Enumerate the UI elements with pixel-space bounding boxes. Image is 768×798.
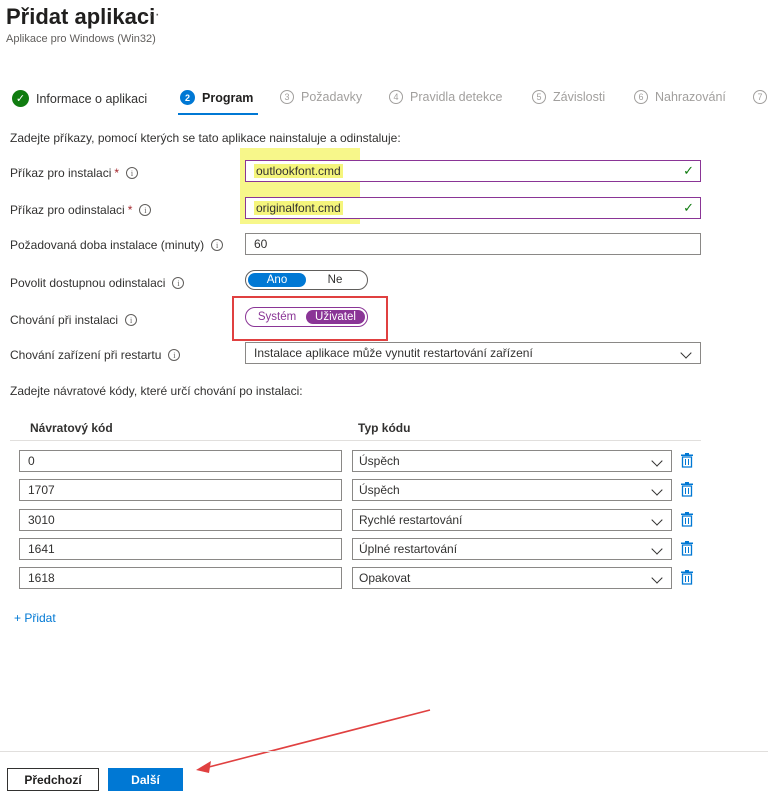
next-button[interactable]: Další	[108, 768, 183, 791]
annotation-arrow	[196, 709, 431, 773]
footer-divider	[0, 751, 768, 752]
previous-button[interactable]: Předchozí	[7, 768, 99, 791]
